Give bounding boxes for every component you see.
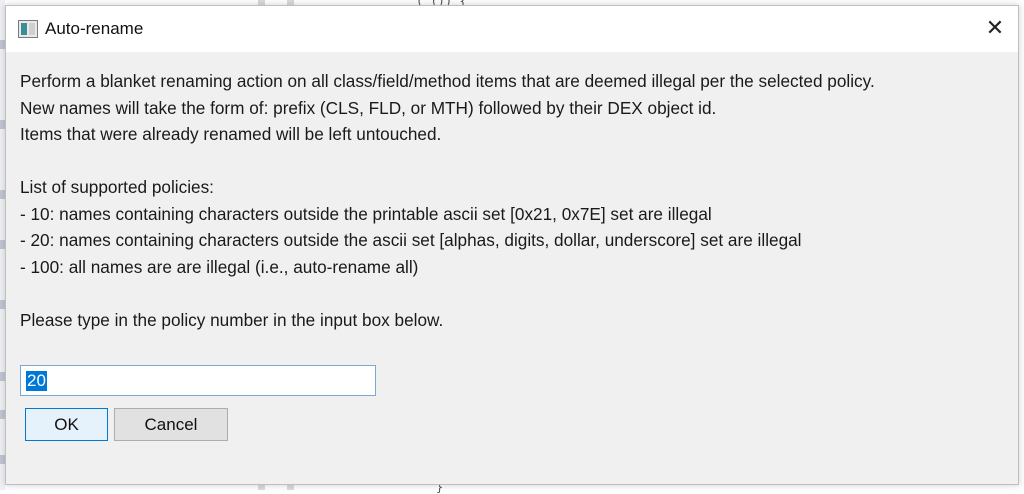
ok-button[interactable]: OK [25, 408, 108, 441]
message-line: - 100: all names are are illegal (i.e., … [20, 256, 419, 277]
message-line [20, 280, 1000, 307]
message-line [20, 148, 1000, 175]
message-text: Perform a blanket renaming action on all… [20, 68, 1000, 333]
message-line: Perform a blanket renaming action on all… [20, 71, 875, 91]
auto-rename-dialog: Auto-rename ✕ Perform a blanket renaming… [5, 5, 1019, 485]
input-selected-text: 20 [26, 371, 47, 391]
message-line: - 20: names containing characters outsid… [20, 230, 802, 250]
close-button[interactable]: ✕ [972, 6, 1018, 50]
message-line: - 10: names containing characters outsid… [20, 203, 712, 224]
message-line: New names will take the form of: prefix … [20, 97, 717, 118]
title-bar[interactable]: Auto-rename ✕ [6, 6, 1018, 52]
policy-number-input[interactable]: 20 [20, 365, 376, 396]
message-line: List of supported policies: [20, 177, 214, 197]
message-line: Please type in the policy number in the … [20, 309, 444, 330]
message-line: Items that were already renamed will be … [20, 124, 442, 144]
dialog-title: Auto-rename [45, 19, 144, 38]
close-icon: ✕ [985, 15, 1005, 41]
app-window-icon [18, 20, 38, 38]
cancel-button[interactable]: Cancel [114, 408, 228, 441]
